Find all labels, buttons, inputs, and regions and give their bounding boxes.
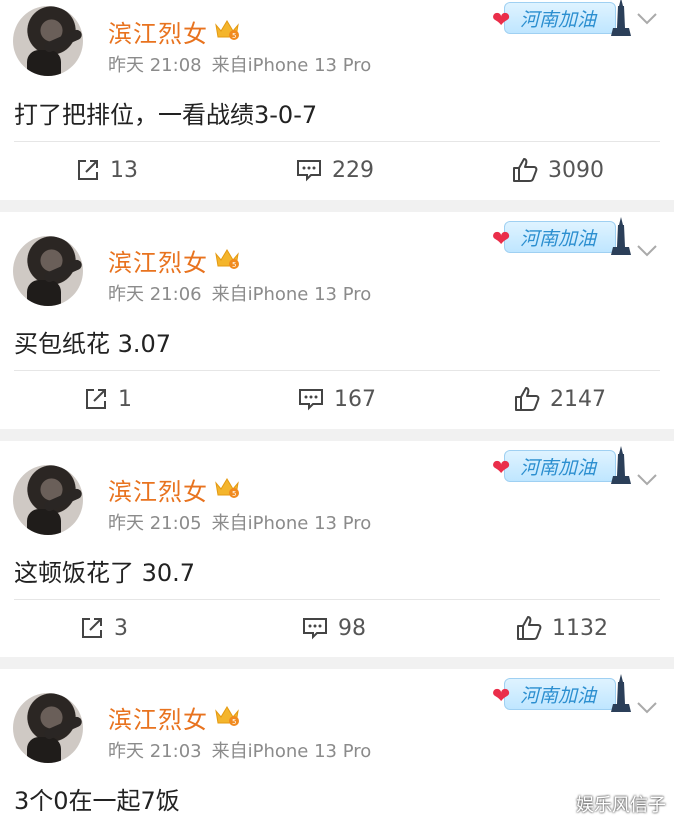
comment-count: 167 [334,386,376,412]
heart-icon: ❤ [492,456,511,481]
post-content: 打了把排位，一看战绩3-0-7 [14,101,318,129]
post-source: 来自iPhone 13 Pro [211,284,372,305]
heart-icon: ❤ [492,8,511,33]
topic-badge[interactable]: ❤ 河南加油 [492,0,638,38]
vip-crown-icon: 5 [215,706,239,726]
tower-icon [611,446,631,484]
vip-crown-icon: 5 [215,478,239,498]
topic-badge[interactable]: ❤ 河南加油 [492,674,638,714]
badge-text: 河南加油 [520,9,597,31]
post-meta: 昨天 21:05 来自iPhone 13 Pro [108,509,371,535]
tower-icon [611,674,631,712]
post-meta: 昨天 21:03 来自iPhone 13 Pro [108,737,371,763]
vip-crown-icon: 5 [215,249,239,269]
comment-icon [297,160,321,182]
like-button[interactable]: 1132 [516,601,608,655]
repost-count: 3 [114,615,128,641]
svg-text:5: 5 [232,490,236,498]
post-content: 3个0在一起7饭 [14,787,180,815]
repost-button[interactable]: 3 [80,601,128,655]
repost-count: 1 [118,386,132,412]
weibo-post: 滨江烈女 5 昨天 21:05 来自iPhone 13 Pro ❤ 河南加油 这顿… [0,441,674,657]
post-source: 来自iPhone 13 Pro [211,513,372,534]
username[interactable]: 滨江烈女 [108,243,208,278]
post-time: 昨天 21:06 [108,284,202,305]
like-button[interactable]: 3090 [512,143,604,197]
weibo-post: 滨江烈女 5 昨天 21:03 来自iPhone 13 Pro ❤ 河南加油 3个… [0,669,674,825]
like-count: 2147 [550,386,606,412]
comment-icon [303,618,327,640]
chevron-down-icon[interactable] [636,473,658,487]
post-content: 买包纸花 3.07 [14,330,172,358]
svg-text:5: 5 [232,32,236,40]
like-count: 3090 [548,157,604,183]
badge-text: 河南加油 [520,457,597,479]
avatar[interactable] [13,693,83,763]
repost-button[interactable]: 1 [84,372,132,426]
post-meta: 昨天 21:06 来自iPhone 13 Pro [108,280,371,306]
avatar[interactable] [13,6,83,76]
comment-count: 229 [332,157,374,183]
avatar[interactable] [13,465,83,535]
comment-icon [299,389,323,411]
post-time: 昨天 21:03 [108,741,202,762]
post-meta: 昨天 21:08 来自iPhone 13 Pro [108,51,371,77]
username[interactable]: 滨江烈女 [108,14,208,49]
post-time: 昨天 21:05 [108,513,202,534]
repost-icon [82,618,102,638]
tower-icon [611,0,631,36]
repost-icon [78,160,98,180]
chevron-down-icon[interactable] [636,701,658,715]
topic-badge[interactable]: ❤ 河南加油 [492,217,638,257]
svg-text:5: 5 [232,261,236,269]
heart-icon: ❤ [492,227,511,252]
divider [14,370,660,371]
badge-text: 河南加油 [520,685,597,707]
repost-count: 13 [110,157,138,183]
like-icon [513,158,538,182]
comment-count: 98 [338,615,366,641]
comment-button[interactable]: 229 [296,143,374,197]
post-source: 来自iPhone 13 Pro [211,741,372,762]
like-count: 1132 [552,615,608,641]
repost-button[interactable]: 13 [76,143,138,197]
separator [0,657,674,669]
comment-button[interactable]: 167 [298,372,376,426]
post-content: 这顿饭花了 30.7 [14,559,196,587]
weibo-post: 滨江烈女 5 昨天 21:08 来自iPhone 13 Pro ❤ 河南加油 打了… [0,0,674,200]
like-button[interactable]: 2147 [514,372,606,426]
like-icon [517,616,542,640]
username[interactable]: 滨江烈女 [108,472,208,507]
separator [0,429,674,441]
chevron-down-icon[interactable] [636,12,658,26]
weibo-post: 滨江烈女 5 昨天 21:06 来自iPhone 13 Pro ❤ 河南加油 买包… [0,212,674,429]
heart-icon: ❤ [492,684,511,709]
chevron-down-icon[interactable] [636,244,658,258]
post-time: 昨天 21:08 [108,55,202,76]
divider [14,141,660,142]
topic-badge[interactable]: ❤ 河南加油 [492,446,638,486]
svg-text:5: 5 [232,718,236,726]
post-source: 来自iPhone 13 Pro [211,55,372,76]
separator [0,200,674,212]
username[interactable]: 滨江烈女 [108,700,208,735]
like-icon [515,387,540,411]
watermark: 娱乐风信子 [576,795,666,816]
vip-crown-icon: 5 [215,20,239,40]
divider [14,599,660,600]
tower-icon [611,217,631,255]
action-bar: 13 229 3090 [0,143,674,197]
repost-icon [86,389,106,409]
action-bar: 1 167 2147 [0,372,674,426]
comment-button[interactable]: 98 [302,601,366,655]
badge-text: 河南加油 [520,228,597,250]
avatar[interactable] [13,236,83,306]
action-bar: 3 98 1132 [0,601,674,655]
